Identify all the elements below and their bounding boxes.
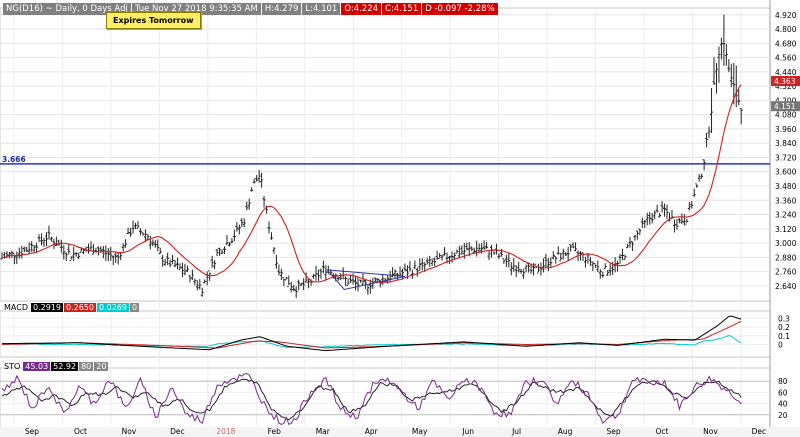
x-tick-14: Nov — [703, 427, 718, 436]
sto-k-value: 45.03 — [23, 362, 51, 371]
horizontal-line-label: 3.666 — [2, 155, 26, 164]
sto-tick-0: 80 — [778, 377, 788, 386]
price-tick-13: 3.360 — [775, 196, 797, 205]
low-label: L:4.101 — [302, 3, 341, 15]
price-tick-17: 2.880 — [775, 253, 797, 262]
x-tick-13: Oct — [656, 427, 669, 436]
macd-legend: MACD 0.2919 0.2650 0.0269 0 — [2, 303, 140, 312]
price-tick-2: 4.680 — [775, 39, 797, 48]
x-tick-2: Nov — [122, 427, 137, 436]
open-label: O:4.224 — [341, 3, 382, 15]
macd-tick-1: 0.2 — [778, 323, 790, 332]
price-tick-16: 3.000 — [775, 239, 797, 248]
price-tick-9: 3.840 — [775, 139, 797, 148]
macd-tick-3: 0 — [778, 341, 783, 350]
price-tick-14: 3.240 — [775, 211, 797, 220]
x-tick-10: Jul — [511, 427, 521, 436]
price-tick-15: 3.120 — [775, 225, 797, 234]
price-tick-1: 4.800 — [775, 25, 797, 34]
price-tick-0: 4.920 — [775, 11, 797, 20]
price-tick-19: 2.640 — [775, 282, 797, 291]
price-tick-11: 3.600 — [775, 168, 797, 177]
sto-legend: STO 45.03 52.92 80 20 — [2, 362, 109, 371]
price-tick-18: 2.760 — [775, 268, 797, 277]
price-tick-10: 3.720 — [775, 153, 797, 162]
x-tick-4: 2018 — [216, 427, 235, 436]
x-tick-5: Feb — [268, 427, 282, 436]
macd-tick-0: 0.3 — [778, 314, 790, 323]
high-label: H:4.279 — [261, 3, 302, 15]
x-tick-6: Mar — [316, 427, 331, 436]
price-chart[interactable]: 4.9204.8004.6804.5604.4404.3204.2004.080… — [0, 0, 800, 437]
macd-hist-value: 0.0269 — [96, 303, 129, 312]
x-tick-0: Sep — [25, 427, 39, 436]
sto-80-value: 80 — [79, 362, 94, 371]
x-tick-7: Apr — [365, 427, 379, 436]
x-tick-9: Jun — [461, 427, 474, 436]
x-tick-11: Aug — [558, 427, 573, 436]
background — [0, 0, 800, 437]
x-tick-1: Oct — [74, 427, 87, 436]
x-tick-12: Sep — [606, 427, 620, 436]
sto-tick-3: 20 — [778, 411, 788, 420]
price-tick-3: 4.560 — [775, 54, 797, 63]
last-price-tag-text: 4.363 — [774, 77, 796, 86]
expires-tomorrow-button[interactable]: Expires Tomorrow — [106, 12, 201, 29]
change-label: D -0.097 -2.28% — [422, 3, 498, 15]
chart-window: 4.920 4.800 4.680 4.560 4.440 4.320 4.200 4.080… — [0, 0, 800, 437]
macd-label: MACD — [4, 303, 28, 312]
x-tick-8: May — [412, 427, 428, 436]
price-tick-7: 4.080 — [775, 111, 797, 120]
sto-d-value: 52.92 — [51, 362, 79, 371]
sto-label: STO — [4, 362, 21, 371]
price-tick-12: 3.480 — [775, 182, 797, 191]
macd-signal-value: 0.2650 — [63, 303, 96, 312]
last-close-tag-text: 4.151 — [774, 102, 796, 111]
macd-value: 0.2919 — [30, 303, 63, 312]
x-axis-band — [0, 427, 800, 437]
ohlc-header: NG(D16) ~ Daily, 0 Days Adj Tue Nov 27 20… — [3, 3, 499, 15]
sto-tick-2: 40 — [778, 400, 788, 409]
price-tick-4: 4.440 — [775, 68, 797, 77]
macd-zero-value: 0 — [129, 303, 140, 312]
close-label: C:4.151 — [382, 3, 422, 15]
macd-tick-2: 0.1 — [778, 332, 790, 341]
x-tick-15: Dec — [752, 427, 767, 436]
x-tick-3: Dec — [170, 427, 185, 436]
price-tick-8: 3.960 — [775, 125, 797, 134]
sto-tick-1: 60 — [778, 388, 788, 397]
sto-20-value: 20 — [94, 362, 109, 371]
